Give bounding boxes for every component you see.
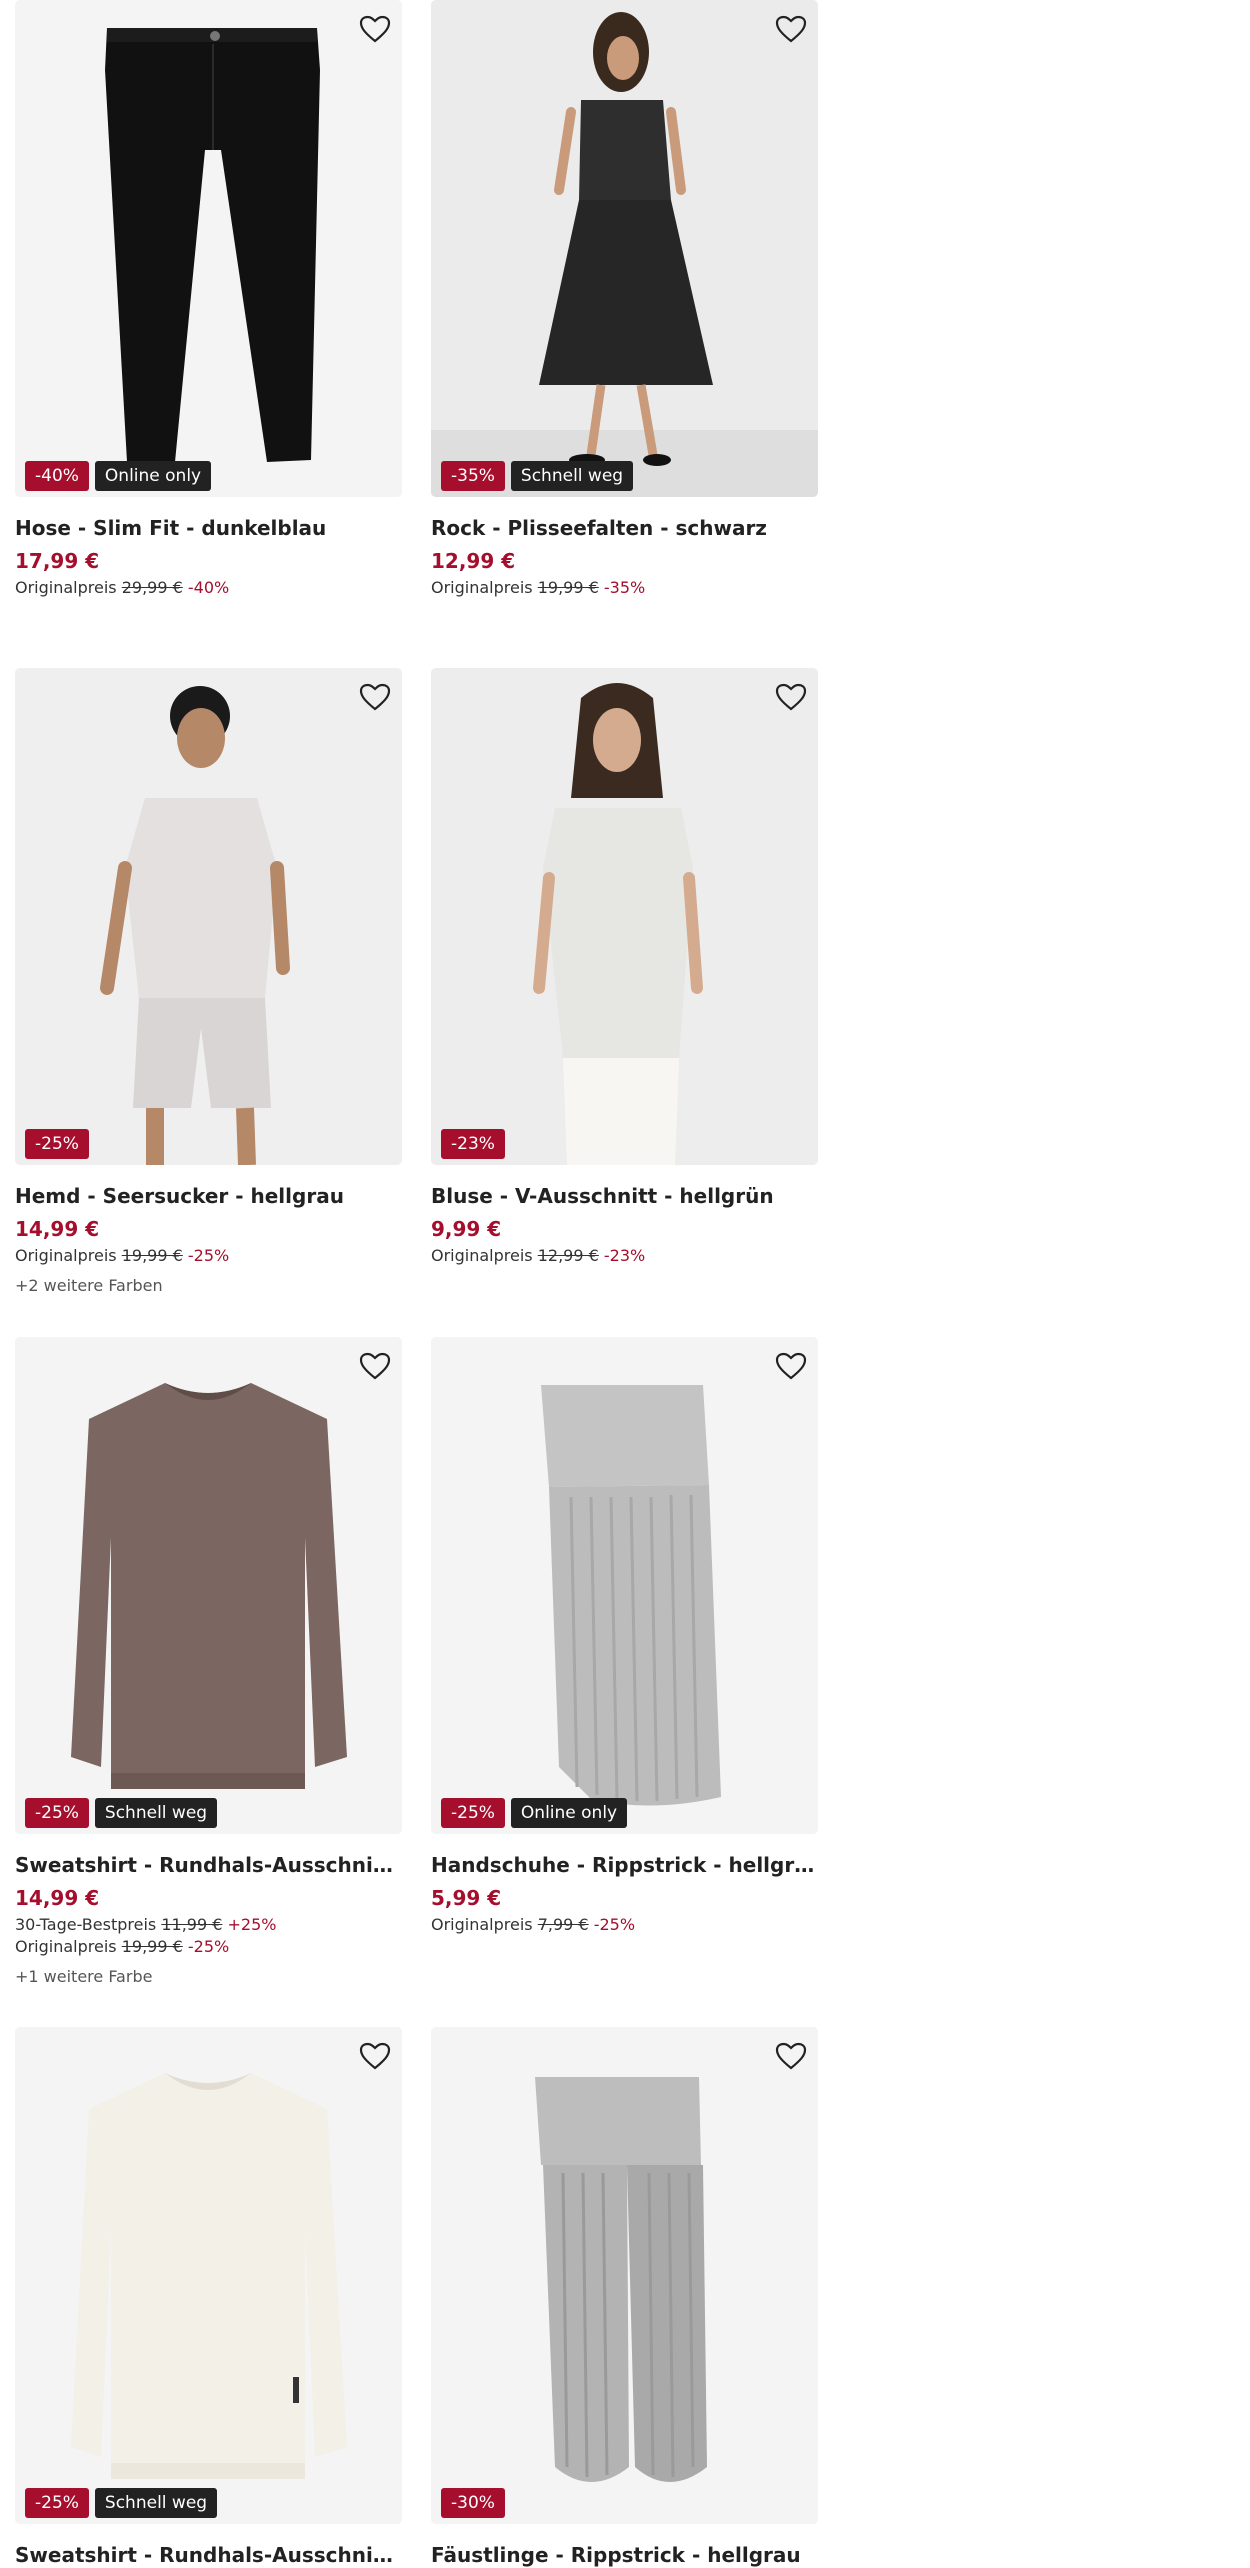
product-card[interactable]: -25% Schnell weg Sweatshirt - Rundhals-A… <box>15 1337 402 1988</box>
product-image[interactable]: -25% Schnell weg <box>15 2027 402 2524</box>
badge-group: -25% Online only <box>441 1798 628 1828</box>
badge-group: -25% Schnell weg <box>25 1798 218 1828</box>
original-price-label: Originalpreis <box>15 1937 117 1956</box>
product-title[interactable]: Bluse - V-Ausschnitt - hellgrün <box>431 1183 818 1209</box>
product-image[interactable]: -25% Online only <box>431 1337 818 1834</box>
discount-percent: -25% <box>187 1937 230 1956</box>
heart-outline-icon[interactable] <box>356 2039 394 2073</box>
skirt-model-image <box>431 0 818 497</box>
best-price-percent: +25% <box>227 1915 277 1934</box>
heart-outline-icon[interactable] <box>356 12 394 46</box>
product-title[interactable]: Hose - Slim Fit - dunkelblau <box>15 515 402 541</box>
product-title[interactable]: Handschuhe - Rippstrick - hellgrau <box>431 1852 818 1878</box>
product-card[interactable]: -25% Hemd - Seersucker - hellgrau 14,99 … <box>15 668 402 1297</box>
product-title[interactable]: Fäustlinge - Rippstrick - hellgrau <box>431 2542 818 2568</box>
original-price: 19,99 € <box>121 1246 183 1265</box>
arm-warmer-image <box>431 1337 818 1834</box>
original-price-label: Originalpreis <box>15 1246 117 1265</box>
product-image[interactable]: -30% <box>431 2027 818 2524</box>
discount-percent: -40% <box>187 578 230 597</box>
product-price: 14,99 € <box>15 1217 100 1241</box>
discount-badge: -40% <box>25 461 89 491</box>
product-card[interactable]: -35% Schnell weg Rock - Plisseefalten - … <box>431 0 818 599</box>
product-title[interactable]: Hemd - Seersucker - hellgrau <box>15 1183 402 1209</box>
product-title[interactable]: Sweatshirt - Rundhals-Ausschnitt - weiß <box>15 2542 402 2568</box>
product-card[interactable]: -40% Online only Hose - Slim Fit - dunke… <box>15 0 402 599</box>
info-badge: Online only <box>510 1798 628 1828</box>
original-price: 7,99 € <box>537 1915 589 1934</box>
shirt-model-image <box>15 668 402 1165</box>
info-badge: Schnell weg <box>510 461 634 491</box>
product-title[interactable]: Rock - Plisseefalten - schwarz <box>431 515 818 541</box>
more-colors-link[interactable]: +1 weitere Farbe <box>15 1966 402 1988</box>
badge-group: -25% Schnell weg <box>25 2488 218 2518</box>
product-price: 9,99 € <box>431 1217 502 1241</box>
blouse-model-image <box>431 668 818 1165</box>
original-price: 19,99 € <box>537 578 599 597</box>
original-price-label: Originalpreis <box>431 1246 533 1265</box>
discount-badge: -25% <box>25 1798 89 1828</box>
product-price: 5,99 € <box>431 1886 502 1910</box>
product-image[interactable]: -25% Schnell weg <box>15 1337 402 1834</box>
discount-badge: -30% <box>441 2488 505 2518</box>
product-image[interactable]: -40% Online only <box>15 0 402 497</box>
heart-outline-icon[interactable] <box>356 680 394 714</box>
discount-percent: -25% <box>187 1246 230 1265</box>
heart-outline-icon[interactable] <box>356 1349 394 1383</box>
discount-badge: -23% <box>441 1129 505 1159</box>
original-price-line: Originalpreis 29,99 € -40% <box>15 577 402 599</box>
product-grid: -40% Online only Hose - Slim Fit - dunke… <box>0 0 1250 2567</box>
sweatshirt-image <box>15 1337 402 1834</box>
badge-group: -35% Schnell weg <box>441 461 634 491</box>
info-badge: Schnell weg <box>94 2488 218 2518</box>
original-price-line: Originalpreis 12,99 € -23% <box>431 1245 818 1267</box>
product-card[interactable]: -30% Fäustlinge - Rippstrick - hellgrau <box>431 2027 818 2568</box>
original-price-label: Originalpreis <box>15 578 117 597</box>
product-card[interactable]: -25% Schnell weg Sweatshirt - Rundhals-A… <box>15 2027 402 2568</box>
product-image[interactable]: -35% Schnell weg <box>431 0 818 497</box>
product-card[interactable]: -23% Bluse - V-Ausschnitt - hellgrün 9,9… <box>431 668 818 1267</box>
badge-group: -40% Online only <box>25 461 212 491</box>
product-price: 14,99 € <box>15 1886 100 1910</box>
sweatshirt-image <box>15 2027 402 2524</box>
heart-outline-icon[interactable] <box>772 12 810 46</box>
product-card[interactable]: -25% Online only Handschuhe - Rippstrick… <box>431 1337 818 1936</box>
more-colors-link[interactable]: +2 weitere Farben <box>15 1275 402 1297</box>
original-price-line: Originalpreis 19,99 € -25% <box>15 1245 402 1267</box>
original-price-line: Originalpreis 19,99 € -25% <box>15 1936 402 1958</box>
trousers-image <box>15 0 402 497</box>
heart-outline-icon[interactable] <box>772 680 810 714</box>
original-price: 19,99 € <box>121 1937 183 1956</box>
product-title[interactable]: Sweatshirt - Rundhals-Ausschnitt - hellb… <box>15 1852 402 1878</box>
badge-group: -25% <box>25 1129 89 1159</box>
badge-group: -23% <box>441 1129 505 1159</box>
info-badge: Online only <box>94 461 212 491</box>
best-price: 11,99 € <box>161 1915 223 1934</box>
discount-badge: -25% <box>441 1798 505 1828</box>
heart-outline-icon[interactable] <box>772 1349 810 1383</box>
product-image[interactable]: -25% <box>15 668 402 1165</box>
product-image[interactable]: -23% <box>431 668 818 1165</box>
best-price-line: 30-Tage-Bestpreis 11,99 € +25% <box>15 1914 402 1936</box>
discount-percent: -25% <box>593 1915 636 1934</box>
product-price: 12,99 € <box>431 549 516 573</box>
discount-badge: -25% <box>25 2488 89 2518</box>
discount-badge: -35% <box>441 461 505 491</box>
original-price: 29,99 € <box>121 578 183 597</box>
original-price-line: Originalpreis 19,99 € -35% <box>431 577 818 599</box>
original-price-label: Originalpreis <box>431 578 533 597</box>
product-price: 17,99 € <box>15 549 100 573</box>
mittens-image <box>431 2027 818 2524</box>
original-price-line: Originalpreis 7,99 € -25% <box>431 1914 818 1936</box>
discount-percent: -35% <box>603 578 646 597</box>
badge-group: -30% <box>441 2488 505 2518</box>
discount-percent: -23% <box>603 1246 646 1265</box>
heart-outline-icon[interactable] <box>772 2039 810 2073</box>
info-badge: Schnell weg <box>94 1798 218 1828</box>
discount-badge: -25% <box>25 1129 89 1159</box>
original-price: 12,99 € <box>537 1246 599 1265</box>
original-price-label: Originalpreis <box>431 1915 533 1934</box>
best-price-label: 30-Tage-Bestpreis <box>15 1915 157 1934</box>
